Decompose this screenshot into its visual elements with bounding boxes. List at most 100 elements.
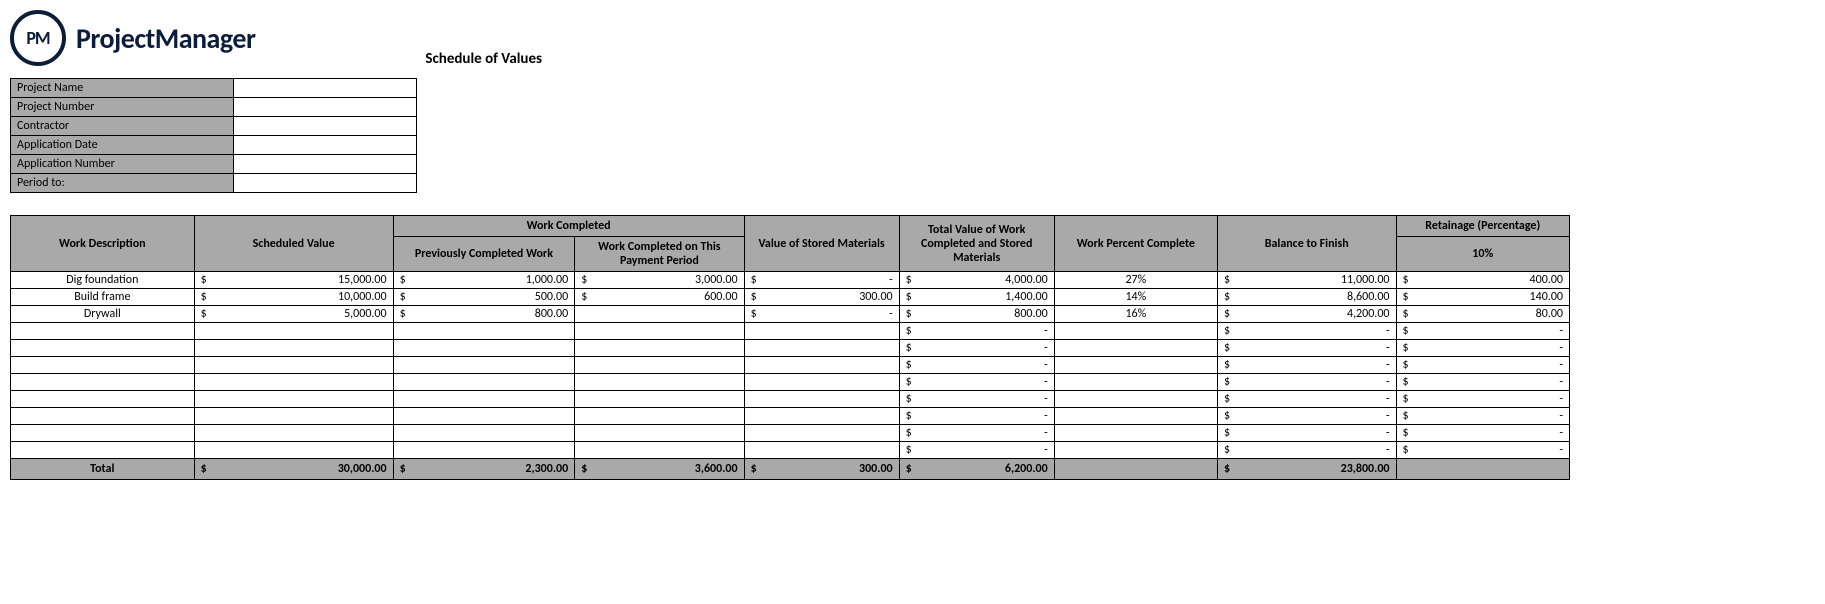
cell-total-value[interactable]: $4,000.00 [899,272,1054,289]
cell-retainage[interactable]: $- [1396,374,1570,391]
cell-stored[interactable] [744,408,899,425]
cell-scheduled[interactable]: $15,000.00 [194,272,393,289]
cell-prev-completed[interactable]: $500.00 [393,289,575,306]
cell-this-period[interactable] [575,357,744,374]
cell-this-period[interactable] [575,340,744,357]
cell-prev-completed[interactable] [393,357,575,374]
cell-retainage[interactable]: $- [1396,323,1570,340]
cell-stored[interactable] [744,391,899,408]
cell-retainage[interactable]: $140.00 [1396,289,1570,306]
cell-scheduled[interactable] [194,425,393,442]
cell-retainage[interactable]: $- [1396,340,1570,357]
cell-scheduled[interactable] [194,408,393,425]
cell-total-value[interactable]: $800.00 [899,306,1054,323]
cell-stored[interactable]: $- [744,306,899,323]
cell-percent[interactable] [1054,374,1217,391]
cell-percent[interactable] [1054,323,1217,340]
cell-description[interactable] [11,374,195,391]
cell-percent[interactable] [1054,340,1217,357]
cell-description[interactable] [11,340,195,357]
cell-total-value[interactable]: $- [899,391,1054,408]
cell-prev-completed[interactable] [393,340,575,357]
cell-this-period[interactable]: $3,000.00 [575,272,744,289]
cell-scheduled[interactable] [194,374,393,391]
cell-total-value[interactable]: $- [899,374,1054,391]
cell-description[interactable]: Dig foundation [11,272,195,289]
cell-stored[interactable] [744,425,899,442]
cell-stored[interactable] [744,357,899,374]
cell-total-value[interactable]: $- [899,442,1054,459]
cell-prev-completed[interactable] [393,408,575,425]
cell-balance[interactable]: $11,000.00 [1217,272,1396,289]
cell-balance[interactable]: $- [1217,391,1396,408]
cell-this-period[interactable] [575,442,744,459]
cell-stored[interactable] [744,340,899,357]
cell-this-period[interactable] [575,425,744,442]
info-value[interactable] [234,117,417,136]
cell-this-period[interactable] [575,408,744,425]
cell-stored[interactable] [744,374,899,391]
cell-balance[interactable]: $- [1217,425,1396,442]
cell-this-period[interactable] [575,306,744,323]
cell-percent[interactable] [1054,442,1217,459]
cell-prev-completed[interactable] [393,442,575,459]
cell-scheduled[interactable]: $5,000.00 [194,306,393,323]
info-value[interactable] [234,79,417,98]
cell-scheduled[interactable] [194,442,393,459]
cell-total-value[interactable]: $- [899,408,1054,425]
cell-prev-completed[interactable] [393,425,575,442]
cell-scheduled[interactable]: $10,000.00 [194,289,393,306]
cell-retainage[interactable]: $- [1396,408,1570,425]
cell-retainage[interactable]: $400.00 [1396,272,1570,289]
cell-scheduled[interactable] [194,357,393,374]
cell-stored[interactable] [744,323,899,340]
cell-prev-completed[interactable] [393,374,575,391]
cell-total-value[interactable]: $- [899,323,1054,340]
cell-this-period[interactable] [575,374,744,391]
cell-total-value[interactable]: $- [899,425,1054,442]
cell-total-value[interactable]: $- [899,340,1054,357]
cell-balance[interactable]: $4,200.00 [1217,306,1396,323]
cell-scheduled[interactable] [194,323,393,340]
cell-balance[interactable]: $- [1217,340,1396,357]
cell-balance[interactable]: $- [1217,357,1396,374]
cell-retainage[interactable]: $- [1396,357,1570,374]
cell-prev-completed[interactable]: $1,000.00 [393,272,575,289]
cell-description[interactable] [11,357,195,374]
cell-balance[interactable]: $8,600.00 [1217,289,1396,306]
cell-this-period[interactable] [575,391,744,408]
cell-description[interactable] [11,408,195,425]
cell-retainage[interactable]: $80.00 [1396,306,1570,323]
cell-description[interactable] [11,323,195,340]
cell-prev-completed[interactable]: $800.00 [393,306,575,323]
cell-stored[interactable]: $- [744,272,899,289]
cell-balance[interactable]: $- [1217,374,1396,391]
cell-description[interactable] [11,391,195,408]
info-value[interactable] [234,98,417,117]
cell-description[interactable]: Build frame [11,289,195,306]
cell-percent[interactable]: 27% [1054,272,1217,289]
cell-percent[interactable]: 16% [1054,306,1217,323]
cell-retainage[interactable]: $- [1396,425,1570,442]
cell-balance[interactable]: $- [1217,408,1396,425]
cell-stored[interactable] [744,442,899,459]
cell-description[interactable] [11,442,195,459]
cell-retainage[interactable]: $- [1396,442,1570,459]
info-value[interactable] [234,174,417,193]
cell-retainage[interactable]: $- [1396,391,1570,408]
cell-balance[interactable]: $- [1217,323,1396,340]
cell-description[interactable]: Drywall [11,306,195,323]
cell-percent[interactable] [1054,391,1217,408]
cell-this-period[interactable]: $600.00 [575,289,744,306]
info-value[interactable] [234,136,417,155]
cell-scheduled[interactable] [194,391,393,408]
cell-percent[interactable] [1054,425,1217,442]
cell-percent[interactable] [1054,408,1217,425]
cell-prev-completed[interactable] [393,323,575,340]
cell-percent[interactable]: 14% [1054,289,1217,306]
cell-this-period[interactable] [575,323,744,340]
cell-prev-completed[interactable] [393,391,575,408]
cell-percent[interactable] [1054,357,1217,374]
cell-description[interactable] [11,425,195,442]
cell-total-value[interactable]: $1,400.00 [899,289,1054,306]
